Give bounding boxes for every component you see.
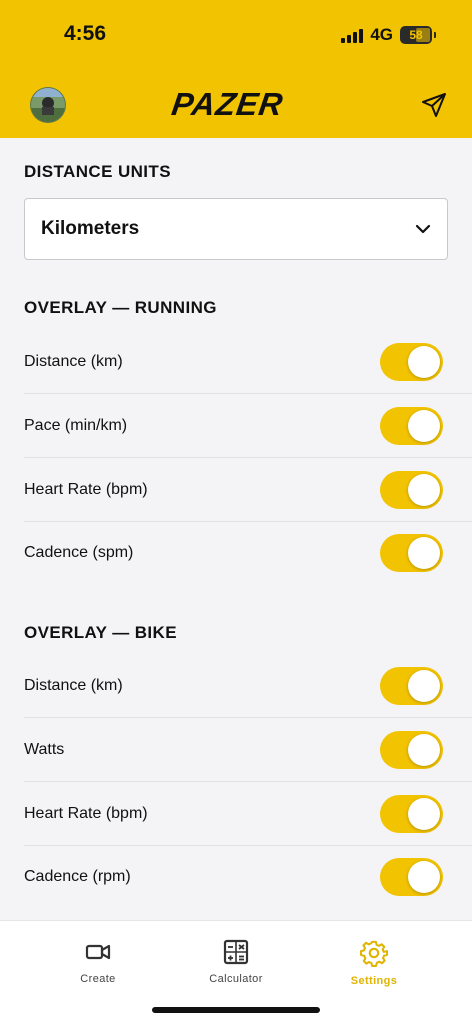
row-label: Pace (min/km) [24, 417, 128, 434]
running-distance-row: Distance (km) [24, 330, 472, 394]
tab-label: Calculator [209, 973, 263, 985]
tab-calculator[interactable]: Calculator [176, 939, 296, 985]
row-label: Heart Rate (bpm) [24, 481, 148, 498]
row-label: Cadence (rpm) [24, 868, 131, 885]
calculator-icon [223, 939, 249, 965]
status-time: 4:56 [64, 22, 107, 45]
running-pace-toggle[interactable] [380, 407, 443, 445]
network-type: 4G [370, 25, 393, 44]
bike-distance-row: Distance (km) [24, 654, 472, 718]
distance-units-title: DISTANCE UNITS [24, 162, 171, 181]
running-cadence-toggle[interactable] [380, 534, 443, 572]
home-indicator [152, 1007, 320, 1013]
bike-cadence-toggle[interactable] [380, 858, 443, 896]
bike-cadence-row: Cadence (rpm) [24, 845, 472, 909]
row-label: Distance (km) [24, 353, 123, 370]
bike-heart-rate-row: Heart Rate (bpm) [24, 782, 472, 846]
distance-units-select[interactable]: Kilometers [24, 198, 448, 260]
row-label: Distance (km) [24, 677, 123, 694]
bike-watts-toggle[interactable] [380, 731, 443, 769]
running-distance-toggle[interactable] [380, 343, 443, 381]
overlay-bike-title: OVERLAY — BIKE [24, 623, 177, 642]
send-icon[interactable] [421, 92, 447, 118]
tab-label: Create [80, 973, 116, 985]
running-heart-rate-row: Heart Rate (bpm) [24, 458, 472, 522]
tab-create[interactable]: Create [38, 939, 158, 985]
tab-settings[interactable]: Settings [314, 939, 434, 987]
app-logo: PAZER [169, 86, 286, 122]
running-pace-row: Pace (min/km) [24, 394, 472, 458]
status-indicators: 4G 58 [341, 25, 436, 45]
running-cadence-row: Cadence (spm) [24, 521, 472, 585]
distance-units-value: Kilometers [41, 218, 140, 239]
row-label: Heart Rate (bpm) [24, 805, 148, 822]
bike-watts-row: Watts [24, 718, 472, 782]
overlay-running-title: OVERLAY — RUNNING [24, 298, 217, 317]
row-label: Watts [24, 741, 65, 758]
row-label: Cadence (spm) [24, 544, 134, 561]
tab-label: Settings [350, 975, 398, 987]
bike-heart-rate-toggle[interactable] [380, 795, 443, 833]
running-heart-rate-toggle[interactable] [380, 471, 443, 509]
bike-distance-toggle[interactable] [380, 667, 443, 705]
signal-icon [341, 27, 364, 43]
battery-icon: 58 [400, 26, 436, 44]
chevron-down-icon [415, 224, 431, 234]
avatar[interactable] [30, 87, 66, 123]
video-camera-icon [85, 944, 111, 960]
app-header: 4:56 4G 58 PAZER [0, 0, 472, 138]
gear-icon [360, 940, 388, 967]
battery-level: 58 [409, 28, 423, 42]
